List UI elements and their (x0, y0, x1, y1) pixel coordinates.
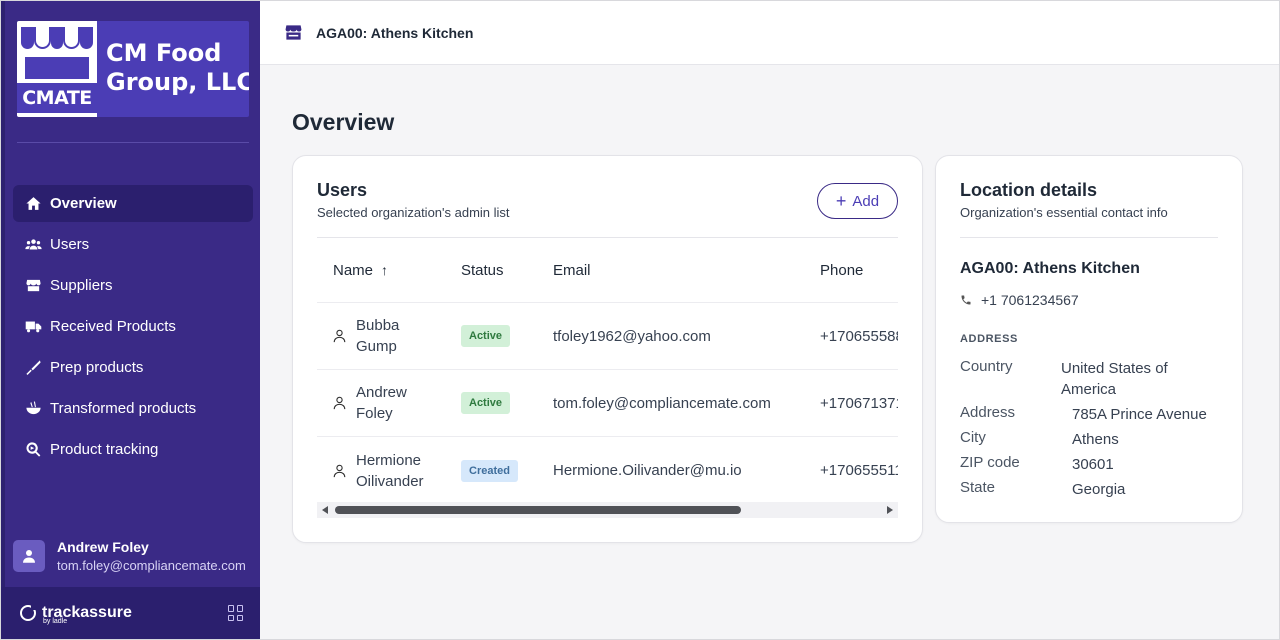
sidebar-item-prep-products[interactable]: Prep products (13, 349, 253, 386)
column-header-phone[interactable]: Phone (820, 238, 898, 302)
sidebar-item-transformed-products[interactable]: Transformed products (13, 390, 253, 427)
add-user-button[interactable]: + Add (817, 183, 898, 219)
user-phone: +17065558855 (820, 327, 898, 345)
truck-icon (24, 318, 42, 336)
user-email: Hermione.Oilivander@mu.io (553, 462, 742, 479)
status-badge: Active (461, 392, 511, 414)
scrollbar-thumb[interactable] (335, 506, 741, 514)
person-icon (333, 396, 346, 410)
location-title: AGA00: Athens Kitchen (316, 24, 474, 41)
sidebar-item-label: Prep products (50, 359, 144, 376)
sort-ascending-icon: ↑ (381, 262, 389, 278)
card-divider (960, 237, 1218, 238)
sidebar: CMATE CM Food Group, LLC Overview Users … (1, 1, 260, 639)
plus-icon: + (835, 191, 847, 211)
column-header-name[interactable]: Name ↑ (333, 238, 453, 302)
users-table: Name ↑ Status Email Phone Bubba Gump Activ… (317, 238, 898, 518)
user-email: tom.foley@compliancemate.com (553, 394, 771, 412)
person-icon (333, 329, 346, 343)
users-card-title: Users (317, 180, 368, 200)
sidebar-item-label: Overview (50, 195, 117, 212)
store-icon (285, 25, 302, 40)
avatar (13, 540, 45, 572)
sidebar-item-label: Suppliers (50, 277, 113, 294)
sidebar-item-label: Product tracking (50, 441, 159, 458)
sidebar-divider (17, 142, 249, 143)
home-icon (24, 195, 42, 213)
column-header-status[interactable]: Status (461, 238, 551, 302)
user-name: Andrew Foley (356, 384, 407, 422)
current-user[interactable]: Andrew Foley tom.foley@compliancemate.co… (13, 534, 253, 578)
person-icon (23, 550, 35, 563)
sidebar-item-label: Transformed products (50, 400, 197, 417)
column-header-email[interactable]: Email (553, 238, 813, 302)
app-window: CMATE CM Food Group, LLC Overview Users … (0, 0, 1280, 640)
user-phone: +17065551133 (820, 462, 898, 479)
table-row[interactable]: Bubba Gump Active tfoley1962@yahoo.com +1… (317, 303, 898, 370)
sidebar-item-suppliers[interactable]: Suppliers (13, 267, 253, 304)
sidebar-nav: Overview Users Suppliers Received Produc… (13, 185, 253, 472)
current-user-name: Andrew Foley (57, 539, 149, 555)
search-tracking-icon (24, 441, 42, 459)
status-badge: Active (461, 325, 511, 347)
org-name: CM Food Group, LLC (106, 39, 249, 96)
logo-badge-text: CMATE (17, 83, 97, 113)
location-phone[interactable]: +1 7061234567 (960, 292, 1079, 308)
location-card-subtitle: Organization's essential contact info (960, 205, 1168, 220)
table-row[interactable]: Hermione Oilivander Created Hermione.Oili… (317, 437, 898, 504)
bowl-icon (24, 400, 42, 418)
sidebar-item-overview[interactable]: Overview (13, 185, 253, 222)
org-logo[interactable]: CMATE CM Food Group, LLC (17, 21, 249, 117)
location-name: AGA00: Athens Kitchen (960, 260, 1140, 277)
knife-icon (24, 359, 42, 377)
location-card-title: Location details (960, 180, 1098, 200)
sidebar-item-label: Received Products (50, 318, 176, 335)
users-icon (24, 236, 42, 254)
brand-subtitle: by ladle (43, 618, 68, 625)
address-heading: ADDRESS (960, 333, 1018, 345)
sidebar-footer: trackassure by ladle (1, 587, 260, 639)
user-phone: +17067137140 (820, 394, 898, 412)
user-email: tfoley1962@yahoo.com (553, 327, 711, 345)
store-logo-icon: CMATE (17, 21, 97, 117)
phone-icon (961, 295, 971, 305)
users-card: Users Selected organization's admin list… (292, 155, 923, 543)
table-header: Name ↑ Status Email Phone (317, 238, 898, 303)
top-bar: AGA00: Athens Kitchen (260, 1, 1279, 65)
sidebar-item-users[interactable]: Users (13, 226, 253, 263)
scroll-right-icon[interactable] (887, 506, 893, 514)
location-details-card: Location details Organization's essentia… (935, 155, 1243, 523)
current-user-email: tom.foley@compliancemate.com (57, 558, 246, 573)
sidebar-item-received-products[interactable]: Received Products (13, 308, 253, 345)
sidebar-item-label: Users (50, 236, 90, 253)
horizontal-scrollbar[interactable] (317, 502, 898, 518)
person-icon (333, 464, 346, 478)
main-content: AGA00: Athens Kitchen Overview Users Sel… (260, 1, 1279, 639)
trackassure-logo-icon (20, 604, 37, 621)
page-title: Overview (292, 109, 395, 135)
scroll-left-icon[interactable] (322, 506, 328, 514)
user-name: Hermione Oilivander (356, 451, 424, 490)
apps-grid-icon[interactable] (228, 605, 244, 621)
store-icon (24, 277, 42, 295)
user-name: Bubba Gump (356, 317, 400, 355)
sidebar-item-product-tracking[interactable]: Product tracking (13, 431, 253, 468)
status-badge: Created (461, 459, 518, 482)
table-row[interactable]: Andrew Foley Active tom.foley@compliancem… (317, 370, 898, 437)
users-card-subtitle: Selected organization's admin list (317, 205, 510, 220)
